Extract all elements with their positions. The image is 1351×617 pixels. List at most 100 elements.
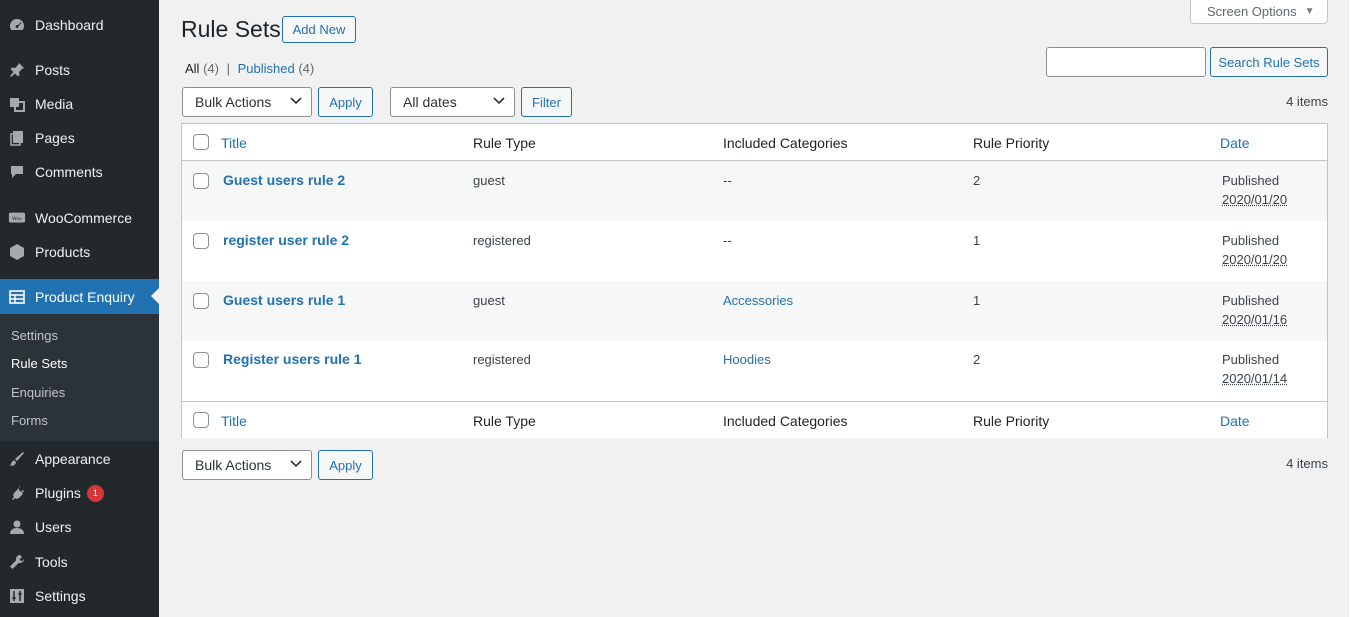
user-icon [8, 518, 26, 536]
menu-label: Posts [35, 62, 71, 78]
menu-item-media[interactable]: Media [0, 87, 159, 121]
row-date: 2020/01/14 [1222, 371, 1288, 386]
table-row: Guest users rule 2 guest -- 2 Published … [182, 161, 1327, 221]
apply-button-bottom[interactable]: Apply [318, 450, 373, 480]
menu-item-appearance[interactable]: Appearance [0, 442, 159, 476]
column-rule-type: Rule Type [473, 135, 536, 151]
date-filter-value: All dates [403, 94, 457, 110]
menu-label: WooCommerce [35, 210, 132, 226]
row-category-link[interactable]: Hoodies [723, 352, 771, 367]
row-checkbox[interactable] [193, 293, 209, 309]
menu-label: Products [35, 244, 91, 260]
menu-item-dashboard[interactable]: Dashboard [0, 8, 159, 42]
submenu-item-forms[interactable]: Forms [11, 413, 48, 428]
table-icon [8, 288, 26, 306]
select-all-checkbox[interactable] [193, 134, 209, 150]
row-rule-type: guest [473, 293, 505, 308]
svg-text:Woo: Woo [12, 216, 22, 222]
bulk-actions-value: Bulk Actions [195, 457, 272, 473]
brush-icon [8, 450, 26, 468]
media-icon [8, 95, 26, 113]
admin-sidebar: Dashboard Posts Media Pages Comments Woo… [0, 0, 159, 617]
row-title-link[interactable]: Register users rule 1 [223, 351, 362, 367]
chevron-down-icon [493, 97, 505, 105]
row-category-link[interactable]: Accessories [723, 293, 793, 308]
row-rule-type: registered [473, 352, 531, 367]
menu-label: Pages [35, 130, 75, 146]
menu-item-settings[interactable]: Settings [0, 579, 159, 613]
row-title-link[interactable]: Guest users rule 1 [223, 292, 345, 308]
menu-item-posts[interactable]: Posts [0, 53, 159, 87]
row-title-link[interactable]: register user rule 2 [223, 232, 349, 248]
column-rule-type-footer: Rule Type [473, 413, 536, 429]
plug-icon [8, 484, 26, 502]
row-status: Published [1222, 173, 1280, 188]
column-title[interactable]: Title [221, 135, 247, 151]
submenu-product-enquiry: Settings Rule Sets Enquiries Forms [0, 314, 159, 441]
row-priority: 2 [973, 173, 981, 188]
row-checkbox[interactable] [193, 352, 209, 368]
menu-item-product-enquiry[interactable]: Product Enquiry [0, 279, 159, 314]
table-row: Guest users rule 1 guest Accessories 1 P… [182, 281, 1327, 341]
woo-icon: Woo [8, 209, 26, 227]
menu-item-pages[interactable]: Pages [0, 121, 159, 155]
row-date: 2020/01/20 [1222, 252, 1288, 267]
column-title-footer[interactable]: Title [221, 413, 247, 429]
row-status: Published [1222, 233, 1280, 248]
screen-options-tab[interactable]: Screen Options ▼ [1190, 0, 1328, 24]
comment-icon [8, 163, 26, 181]
menu-item-users[interactable]: Users [0, 510, 159, 544]
row-categories: -- [723, 233, 732, 248]
menu-label: Settings [35, 588, 86, 604]
table-row: Register users rule 1 registered Hoodies… [182, 341, 1327, 401]
search-rule-sets-button[interactable]: Search Rule Sets [1210, 47, 1328, 77]
filter-published[interactable]: Published [238, 61, 295, 76]
select-all-checkbox-footer[interactable] [193, 412, 209, 428]
row-priority: 1 [973, 293, 981, 308]
apply-button[interactable]: Apply [318, 87, 373, 117]
column-date[interactable]: Date [1220, 135, 1250, 151]
row-checkbox[interactable] [193, 173, 209, 189]
column-rule-priority-footer: Rule Priority [973, 413, 1050, 429]
menu-label: Plugins [35, 485, 81, 501]
menu-label: Appearance [35, 451, 111, 467]
table-footer-row: Title Rule Type Included Categories Rule… [182, 401, 1327, 438]
rule-sets-table: Title Rule Type Included Categories Rule… [181, 123, 1328, 438]
screen-options-label: Screen Options [1207, 4, 1297, 19]
row-title-link[interactable]: Guest users rule 2 [223, 172, 345, 188]
dashboard-icon [8, 16, 26, 34]
submenu-item-enquiries[interactable]: Enquiries [11, 385, 65, 400]
column-date-footer[interactable]: Date [1220, 413, 1250, 429]
update-count-badge: 1 [86, 484, 104, 502]
search-input[interactable] [1046, 47, 1206, 77]
bulk-actions-select-bottom[interactable]: Bulk Actions [182, 450, 312, 480]
row-priority: 1 [973, 233, 981, 248]
filter-separator: | [226, 61, 230, 76]
filter-all-count: (4) [203, 61, 219, 76]
submenu-item-settings[interactable]: Settings [11, 328, 58, 343]
submenu-item-rule-sets[interactable]: Rule Sets [11, 356, 67, 371]
row-status: Published [1222, 352, 1280, 367]
menu-label: Users [35, 519, 72, 535]
menu-label: Dashboard [35, 17, 104, 33]
filter-all[interactable]: All [185, 61, 199, 76]
row-checkbox[interactable] [193, 233, 209, 249]
menu-item-tools[interactable]: Tools [0, 545, 159, 579]
triangle-down-icon: ▼ [1304, 6, 1315, 17]
menu-item-plugins[interactable]: Plugins 1 [0, 476, 159, 510]
column-rule-priority: Rule Priority [973, 135, 1050, 151]
status-filters: All (4) | Published (4) [185, 61, 314, 76]
menu-label: Tools [35, 554, 68, 570]
bulk-actions-value: Bulk Actions [195, 94, 272, 110]
menu-item-comments[interactable]: Comments [0, 155, 159, 189]
bulk-actions-select[interactable]: Bulk Actions [182, 87, 312, 117]
menu-item-woocommerce[interactable]: Woo WooCommerce [0, 201, 159, 235]
menu-item-products[interactable]: Products [0, 235, 159, 269]
menu-label: Comments [35, 164, 103, 180]
filter-button[interactable]: Filter [521, 87, 572, 117]
pin-icon [8, 61, 26, 79]
date-filter-select[interactable]: All dates [390, 87, 515, 117]
add-new-button[interactable]: Add New [282, 16, 356, 43]
row-rule-type: guest [473, 173, 505, 188]
column-included-categories: Included Categories [723, 135, 848, 151]
